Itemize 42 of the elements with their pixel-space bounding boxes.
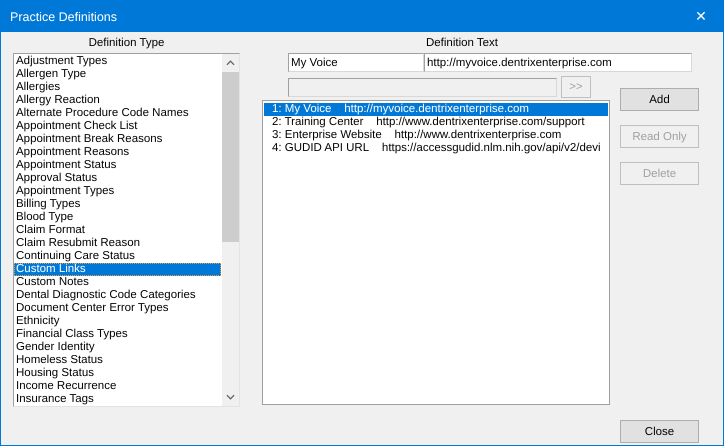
scroll-down-icon[interactable]	[226, 394, 235, 400]
scrollbar-thumb[interactable]	[222, 72, 239, 242]
list-item[interactable]: Custom Links	[14, 263, 221, 276]
list-item[interactable]: Ethnicity	[14, 315, 221, 328]
name-field[interactable]: My Voice	[288, 53, 424, 72]
list-item[interactable]: Custom Notes	[14, 276, 221, 289]
definition-text-label: Definition Text	[426, 37, 498, 50]
list-item[interactable]: Income Recurrence	[14, 380, 221, 393]
list-item[interactable]: Appointment Check List	[14, 120, 221, 133]
list-item[interactable]: Appointment Status	[14, 159, 221, 172]
list-item[interactable]: Allergies	[14, 81, 221, 94]
scrollbar[interactable]	[222, 54, 239, 406]
list-item[interactable]: Insurance Tags	[14, 393, 221, 406]
list-item[interactable]: Document Center Error Types	[14, 302, 221, 315]
list-item[interactable]: Blood Type	[14, 211, 221, 224]
list-item[interactable]: 4: GUDID API URL https://accessgudid.nlm.nih.gov/api/v2/devi	[264, 142, 608, 155]
list-item[interactable]: 3: Enterprise Website http://www.dentrixenterprise.com	[264, 129, 608, 142]
definition-type-label: Definition Type	[88, 37, 164, 50]
list-item[interactable]: Allergen Type	[14, 68, 221, 81]
list-item[interactable]: Billing Types	[14, 198, 221, 211]
list-item[interactable]: 1: My Voice http://myvoice.dentrixenterprise.com	[264, 103, 608, 116]
url-field[interactable]: http://myvoice.dentrixenterprise.com	[424, 53, 692, 72]
action-button[interactable]: Add	[620, 88, 699, 111]
window-title: Practice Definitions	[10, 10, 117, 24]
list-item[interactable]: Adjustment Types	[14, 55, 221, 68]
list-item[interactable]: Gender Identity	[14, 341, 221, 354]
scroll-up-icon[interactable]	[226, 60, 235, 66]
list-item[interactable]: Claim Format	[14, 224, 221, 237]
list-item[interactable]: Financial Class Types	[14, 328, 221, 341]
list-item[interactable]: Housing Status	[14, 367, 221, 380]
list-item[interactable]: 2: Training Center http://www.dentrixenterprise.com/support	[264, 116, 608, 129]
close-button[interactable]: Close	[620, 420, 699, 443]
list-item[interactable]: Dental Diagnostic Code Categories	[14, 289, 221, 302]
list-item[interactable]: Alternate Procedure Code Names	[14, 107, 221, 120]
list-item[interactable]: Appointment Reasons	[14, 146, 221, 159]
list-item[interactable]: Allergy Reaction	[14, 94, 221, 107]
list-item[interactable]: Appointment Types	[14, 185, 221, 198]
list-item[interactable]: Homeless Status	[14, 354, 221, 367]
list-item[interactable]: Claim Resubmit Reason	[14, 237, 221, 250]
list-item[interactable]: Appointment Break Reasons	[14, 133, 221, 146]
list-item[interactable]: Continuing Care Status	[14, 250, 221, 263]
list-item[interactable]: Approval Status	[14, 172, 221, 185]
